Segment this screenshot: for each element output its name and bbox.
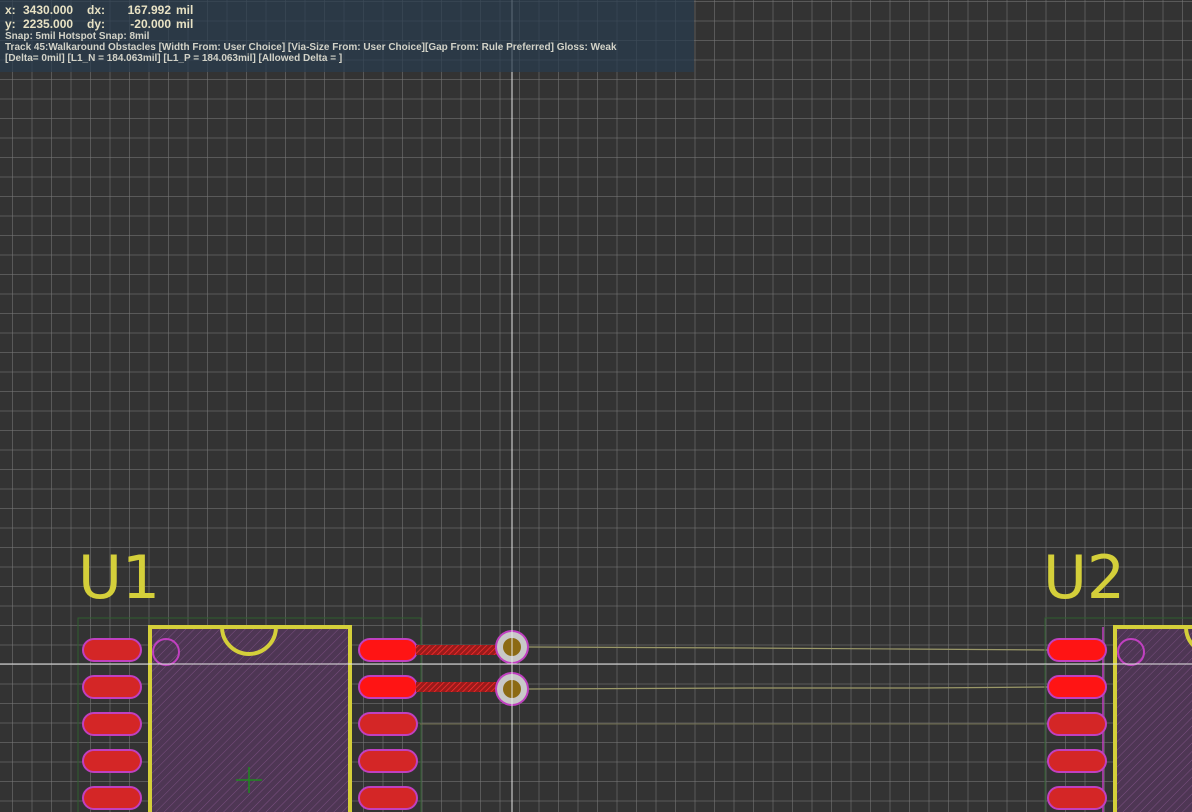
x-value: 3430.000 xyxy=(23,3,74,17)
track-l1-n-segment[interactable] xyxy=(416,682,498,692)
pad[interactable] xyxy=(1047,786,1107,810)
pcb-canvas[interactable]: U1 U2 x: 3430.000 dx: 167.992 mil y: 223… xyxy=(0,0,1192,812)
pad[interactable] xyxy=(82,749,142,773)
x-label: x: xyxy=(5,3,16,17)
track-l1-p-segment[interactable] xyxy=(416,645,498,655)
hud-y-row: y: 2235.000 dy: -20.000 mil xyxy=(5,17,694,31)
dy-value: -20.000 xyxy=(130,17,171,31)
pad[interactable] xyxy=(1047,749,1107,773)
pad[interactable] xyxy=(82,638,142,662)
ratsnest-line-p xyxy=(528,646,1051,651)
heads-up-display: x: 3430.000 dx: 167.992 mil y: 2235.000 dy: -20… xyxy=(0,0,694,72)
dx-unit: mil xyxy=(176,3,194,17)
component-u2[interactable]: U2 xyxy=(1043,543,1192,812)
pad[interactable] xyxy=(82,675,142,699)
dx-label: dx: xyxy=(87,3,105,17)
hud-x-row: x: 3430.000 dx: 167.992 mil xyxy=(5,3,694,17)
u1-designator[interactable]: U1 xyxy=(78,543,160,613)
pad[interactable] xyxy=(82,786,142,810)
u2-body xyxy=(1114,626,1192,812)
pad[interactable] xyxy=(358,638,418,662)
y-label: y: xyxy=(5,17,16,31)
y-value: 2235.000 xyxy=(23,17,74,31)
pad[interactable] xyxy=(1047,675,1107,699)
ratsnest-line-n xyxy=(528,686,1051,690)
pad[interactable] xyxy=(82,712,142,736)
pad[interactable] xyxy=(358,675,418,699)
pad[interactable] xyxy=(1047,638,1107,662)
dx-value: 167.992 xyxy=(127,3,171,17)
component-u1[interactable]: U1 xyxy=(77,543,422,812)
dy-label: dy: xyxy=(87,17,105,31)
pad[interactable] xyxy=(358,712,418,736)
pad[interactable] xyxy=(358,786,418,810)
delta-info: [Delta= 0mil] [L1_N = 184.063mil] [L1_P … xyxy=(5,53,343,64)
snap-info: Snap: 5mil Hotspot Snap: 8mil xyxy=(5,31,150,42)
u2-designator[interactable]: U2 xyxy=(1043,543,1125,613)
pad[interactable] xyxy=(1047,712,1107,736)
board-layer[interactable]: U1 U2 xyxy=(0,0,1192,812)
dy-unit: mil xyxy=(176,17,194,31)
pad[interactable] xyxy=(358,749,418,773)
track-mode-info: Track 45:Walkaround Obstacles [Width Fro… xyxy=(5,42,617,53)
